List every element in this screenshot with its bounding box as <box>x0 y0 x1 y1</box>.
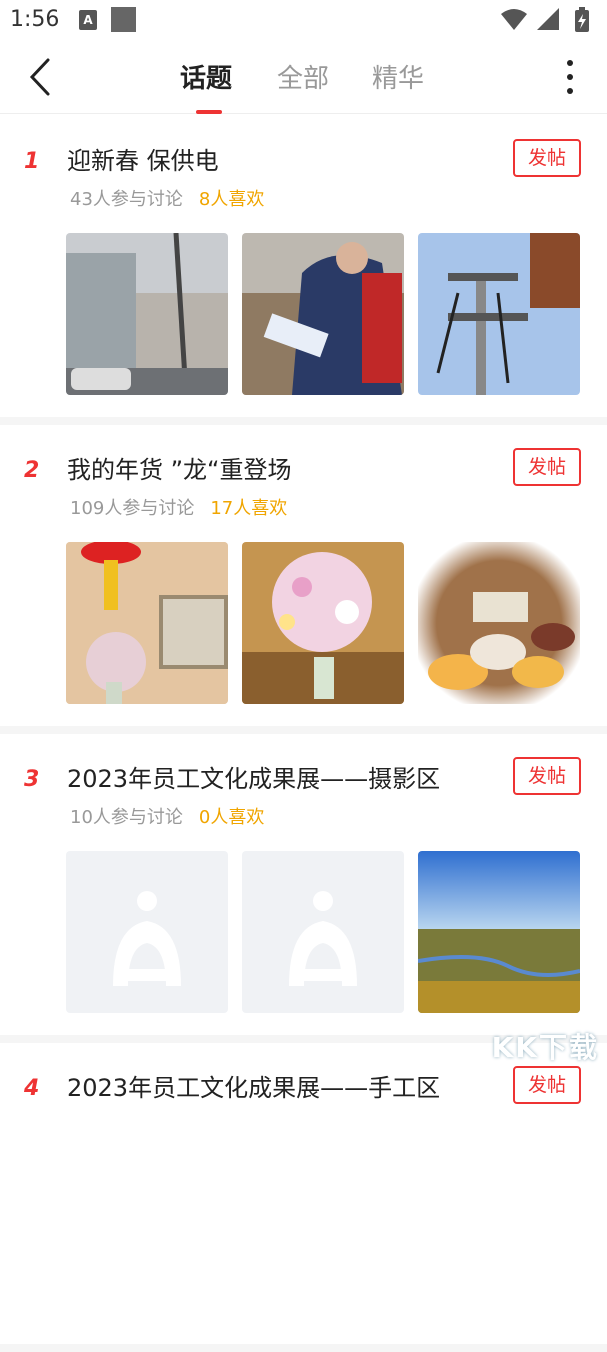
topic-title[interactable]: 2023年员工文化成果展——手工区 <box>67 1068 440 1103</box>
post-button[interactable]: 发帖 <box>513 1066 581 1104</box>
topic-title[interactable]: 迎新春 保供电 <box>67 141 219 176</box>
like-count: 17人喜欢 <box>210 498 287 519</box>
topic-image[interactable] <box>418 233 580 395</box>
post-button[interactable]: 发帖 <box>513 757 581 795</box>
notification-a-icon: A <box>79 10 97 30</box>
topic-image[interactable] <box>418 542 580 704</box>
topic-title[interactable]: 我的年货 ”龙“重登场 <box>67 450 292 485</box>
active-tab-indicator <box>196 110 222 114</box>
topic-image[interactable] <box>66 233 228 395</box>
topic-card[interactable]: 3 2023年员工文化成果展——摄影区 10人参与讨论 0人喜欢 发帖 <box>0 733 607 1043</box>
topic-rank: 1 <box>24 149 39 174</box>
image-placeholder-icon[interactable] <box>242 851 404 1013</box>
topic-card[interactable]: 2 我的年货 ”龙“重登场 109人参与讨论 17人喜欢 发帖 <box>0 424 607 734</box>
topic-image[interactable] <box>242 542 404 704</box>
topic-image[interactable] <box>66 542 228 704</box>
topic-meta: 43人参与讨论 8人喜欢 <box>70 185 264 211</box>
topic-meta: 109人参与讨论 17人喜欢 <box>70 494 287 520</box>
topic-card[interactable]: 1 迎新春 保供电 43人参与讨论 8人喜欢 发帖 <box>0 115 607 425</box>
topic-image[interactable] <box>242 233 404 395</box>
nav-bar: 话题 全部 精华 <box>0 40 607 114</box>
status-time: 1:56 <box>10 7 59 32</box>
like-count: 0人喜欢 <box>199 807 264 828</box>
signal-icon <box>537 8 559 30</box>
topic-title[interactable]: 2023年员工文化成果展——摄影区 <box>67 759 440 794</box>
image-placeholder-icon[interactable] <box>66 851 228 1013</box>
topic-rank: 2 <box>24 458 39 483</box>
notification-square-icon <box>111 7 136 32</box>
tab-topics[interactable]: 话题 <box>180 58 232 95</box>
like-count: 8人喜欢 <box>199 189 264 210</box>
topic-meta: 10人参与讨论 0人喜欢 <box>70 803 264 829</box>
post-button[interactable]: 发帖 <box>513 448 581 486</box>
more-options-icon[interactable] <box>555 56 585 100</box>
topic-rank: 3 <box>24 767 39 792</box>
post-button[interactable]: 发帖 <box>513 139 581 177</box>
discussion-count: 109人参与讨论 <box>70 498 194 519</box>
back-arrow-icon[interactable] <box>22 54 62 100</box>
discussion-count: 10人参与讨论 <box>70 807 183 828</box>
discussion-count: 43人参与讨论 <box>70 189 183 210</box>
battery-icon <box>575 7 589 32</box>
tab-all[interactable]: 全部 <box>277 58 329 95</box>
topic-card[interactable]: 4 2023年员工文化成果展——手工区 发帖 <box>0 1042 607 1352</box>
tab-featured[interactable]: 精华 <box>372 58 424 95</box>
wifi-icon <box>501 9 527 30</box>
topic-image[interactable] <box>418 851 580 1013</box>
status-icons <box>499 6 595 34</box>
watermark: KK下载 <box>492 1026 599 1066</box>
status-bar: 1:56 A <box>0 0 607 40</box>
